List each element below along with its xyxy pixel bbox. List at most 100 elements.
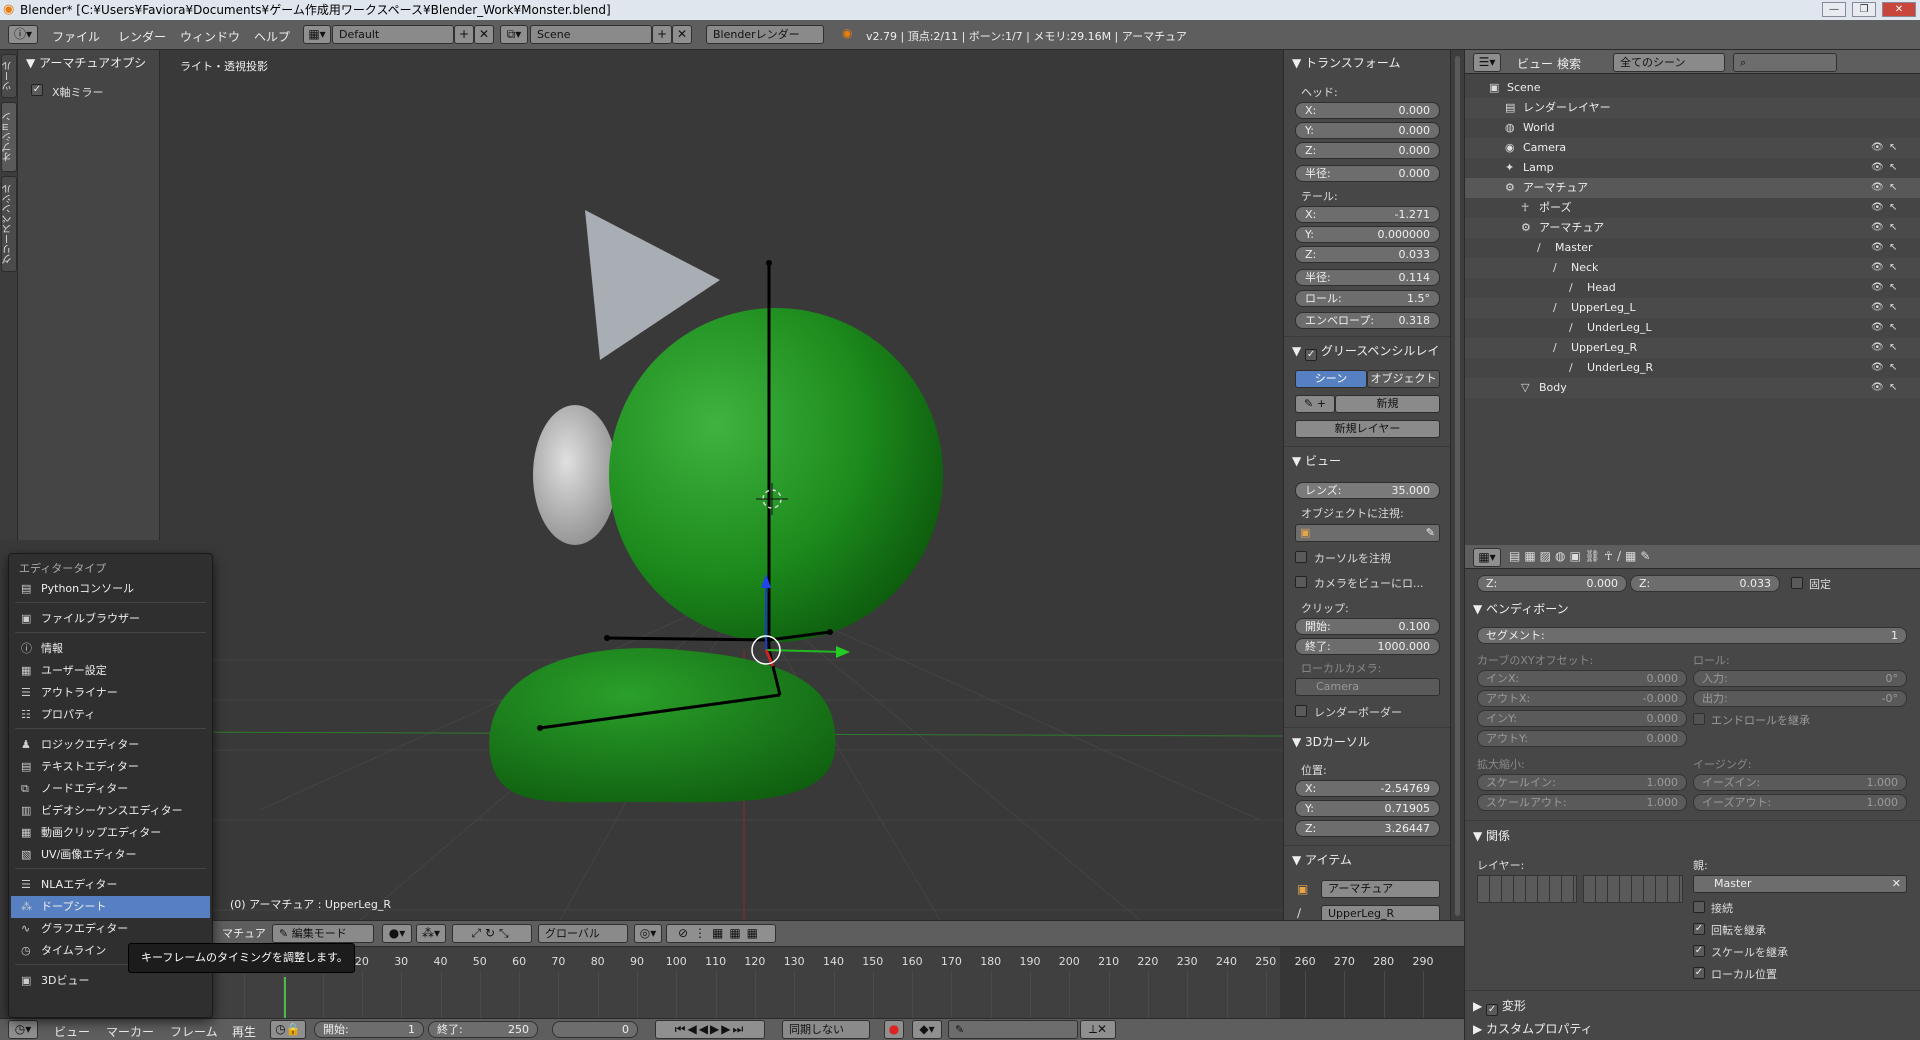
head-x-field[interactable]: X: 0.000 — [1295, 102, 1440, 119]
sync-select[interactable]: 同期しない — [782, 1020, 870, 1039]
keying-set-field[interactable]: ✎ — [948, 1020, 1078, 1039]
selectable-arrow-icon[interactable]: ↖ — [1889, 338, 1897, 358]
timeline-menu-playback[interactable]: 再生 — [232, 1023, 256, 1040]
keying-icon[interactable]: ◆▾ — [912, 1020, 942, 1039]
head-radius-field[interactable]: 半径: 0.000 — [1295, 165, 1440, 182]
in-y-field[interactable]: インY: 0.000 — [1477, 710, 1687, 727]
insert-keyframe-icons[interactable]: ⟂✕ — [1080, 1020, 1116, 1039]
editor-menu-item[interactable]: ♟ ロジックエディター — [11, 734, 210, 756]
gp-new-layer-button[interactable]: 新規レイヤー — [1295, 420, 1440, 438]
selectable-arrow-icon[interactable]: ↖ — [1889, 198, 1897, 218]
visibility-eye-icon[interactable]: 👁 — [1871, 198, 1884, 218]
outliner-row[interactable]: ∕ UpperLeg_L 👁 ↖ — [1465, 298, 1920, 318]
pivot-icon[interactable]: ⁂▾ — [416, 924, 446, 943]
end-frame-field[interactable]: 終了: 250 — [428, 1021, 538, 1038]
timeline-menu-frame[interactable]: フレーム — [170, 1023, 218, 1040]
outliner-item-label[interactable]: Scene — [1507, 78, 1541, 98]
inherit-rotation-checkbox[interactable]: ✓ — [1693, 923, 1705, 935]
bone-layers-grid-a[interactable] — [1477, 875, 1577, 903]
selectable-arrow-icon[interactable]: ↖ — [1889, 178, 1897, 198]
panel-scrollbar[interactable] — [1450, 50, 1464, 920]
editor-menu-item[interactable]: ▥ ビデオシーケンスエディター — [11, 800, 210, 822]
layout-remove-icon[interactable]: ✕ — [474, 25, 494, 44]
bendy-bones-title[interactable]: ▼ ベンディボーン — [1473, 600, 1569, 617]
editor-menu-item[interactable]: ▦ 動画クリップエディター — [11, 822, 210, 844]
outliner-item-label[interactable]: Head — [1587, 278, 1616, 298]
scene-remove-icon[interactable]: ✕ — [672, 25, 692, 44]
lens-field[interactable]: レンズ: 35.000 — [1295, 482, 1440, 499]
start-frame-field[interactable]: 開始: 1 — [314, 1021, 424, 1038]
editor-menu-item[interactable]: ☰ NLAエディター — [11, 874, 210, 896]
scale-in-field[interactable]: スケールイン: 1.000 — [1477, 774, 1687, 791]
timeline-menu-marker[interactable]: マーカー — [106, 1023, 154, 1040]
lock-camera-checkbox[interactable] — [1295, 576, 1307, 588]
visibility-eye-icon[interactable]: 👁 — [1871, 378, 1884, 398]
selectable-arrow-icon[interactable]: ↖ — [1889, 278, 1897, 298]
custom-properties-title[interactable]: ▶ カスタムプロパティ — [1473, 1020, 1593, 1037]
render-engine-select[interactable]: Blenderレンダー — [706, 25, 824, 44]
outliner-item-label[interactable]: UpperLeg_L — [1571, 298, 1636, 318]
layout-field[interactable]: Default — [332, 25, 454, 44]
monster-head[interactable] — [609, 308, 943, 642]
proportional-icon[interactable]: ◎▾ — [634, 924, 662, 943]
segments-field[interactable]: セグメント: 1 — [1477, 627, 1907, 644]
editor-type-info-icon[interactable]: ⓘ▾ — [8, 25, 38, 44]
outliner-item-label[interactable]: UnderLeg_L — [1587, 318, 1652, 338]
clip-end-field[interactable]: 終了: 1000.000 — [1295, 638, 1440, 655]
layout-icon[interactable]: ▦▾ — [303, 25, 331, 44]
gp-pencil-icon[interactable]: ✎ + — [1295, 395, 1335, 413]
outliner-search-input[interactable]: ⌕ — [1733, 53, 1837, 72]
visibility-eye-icon[interactable]: 👁 — [1871, 298, 1884, 318]
out-x-field[interactable]: アウトX: -0.000 — [1477, 690, 1687, 707]
selectable-arrow-icon[interactable]: ↖ — [1889, 318, 1897, 338]
3d-cursor-panel-title[interactable]: ▼ 3Dカーソル — [1292, 733, 1370, 750]
head-z-field[interactable]: Z: 0.000 — [1295, 142, 1440, 159]
head-y-field[interactable]: Y: 0.000 — [1295, 122, 1440, 139]
render-border-checkbox[interactable] — [1295, 705, 1307, 717]
outliner-item-label[interactable]: アーマチュア — [1523, 178, 1588, 198]
3d-viewport[interactable]: ライト・透視投影 (0) アーマチュア : UpperLeg_R — [160, 50, 1283, 920]
lock-cursor-checkbox[interactable] — [1295, 551, 1307, 563]
menu-help[interactable]: ヘルプ — [254, 28, 290, 45]
outliner-item-label[interactable]: ポーズ — [1539, 198, 1571, 218]
outliner-menu-search[interactable]: 検索 — [1557, 55, 1581, 72]
outliner-item-label[interactable]: Neck — [1571, 258, 1598, 278]
outliner-filter-select[interactable]: 全てのシーン — [1613, 53, 1725, 72]
item-name-field[interactable]: アーマチュア — [1321, 880, 1440, 898]
outliner-row[interactable]: ∕ Master 👁 ↖ — [1465, 238, 1920, 258]
tab-grease-pencil[interactable]: グリースペンシル — [1, 176, 17, 272]
outliner-row[interactable]: ▽ Body 👁 ↖ — [1465, 378, 1920, 398]
outliner-row[interactable]: ▤ レンダーレイヤー — [1465, 98, 1920, 118]
record-icon[interactable]: ● — [884, 1020, 904, 1039]
gp-new-button[interactable]: 新規 — [1335, 395, 1440, 413]
menu-render[interactable]: レンダー — [118, 28, 166, 45]
outliner-menu-view[interactable]: ビュー — [1517, 55, 1553, 72]
outliner-row[interactable]: ∕ Neck 👁 ↖ — [1465, 258, 1920, 278]
editor-menu-item[interactable]: ⓘ 情報 — [11, 638, 210, 660]
visibility-eye-icon[interactable]: 👁 — [1871, 218, 1884, 238]
editor-menu-item[interactable]: ▧ UV/画像エディター — [11, 844, 210, 866]
inherit-end-roll-checkbox[interactable] — [1693, 713, 1705, 725]
outliner-row[interactable]: ☥ ポーズ 👁 ↖ — [1465, 198, 1920, 218]
timeline-editor[interactable]: -100102030405060708090100110120130140150… — [160, 946, 1464, 1018]
scale-out-field[interactable]: スケールアウト: 1.000 — [1477, 794, 1687, 811]
visibility-eye-icon[interactable]: 👁 — [1871, 178, 1884, 198]
ease-out-field[interactable]: イーズアウト: 1.000 — [1693, 794, 1907, 811]
tab-tools[interactable]: ツール — [1, 54, 17, 98]
editor-menu-item[interactable]: ▦ ユーザー設定 — [11, 660, 210, 682]
context-tabs[interactable]: ▤▦▨◍▣⛓☥∕▦✎ — [1509, 549, 1654, 563]
visibility-eye-icon[interactable]: 👁 — [1871, 338, 1884, 358]
selectable-arrow-icon[interactable]: ↖ — [1889, 158, 1897, 178]
bone-layers-grid-b[interactable] — [1583, 875, 1683, 903]
roll-field[interactable]: ロール: 1.5° — [1295, 290, 1440, 307]
inherit-scale-checkbox[interactable]: ✓ — [1693, 945, 1705, 957]
gp-object-button[interactable]: オブジェクト — [1367, 370, 1440, 388]
visibility-eye-icon[interactable]: 👁 — [1871, 238, 1884, 258]
cursor-y-field[interactable]: Y: 0.71905 — [1295, 800, 1440, 817]
tail-radius-field[interactable]: 半径: 0.114 — [1295, 269, 1440, 286]
editor-menu-item[interactable]: ∿ グラフエディター — [11, 918, 210, 940]
lock-object-field[interactable]: ▣ ✎ — [1295, 524, 1440, 542]
editor-menu-item[interactable]: ▣ ファイルブラウザー — [11, 608, 210, 630]
x-mirror-checkbox[interactable]: ✓ — [31, 84, 43, 96]
view-panel-title[interactable]: ▼ ビュー — [1292, 452, 1341, 469]
